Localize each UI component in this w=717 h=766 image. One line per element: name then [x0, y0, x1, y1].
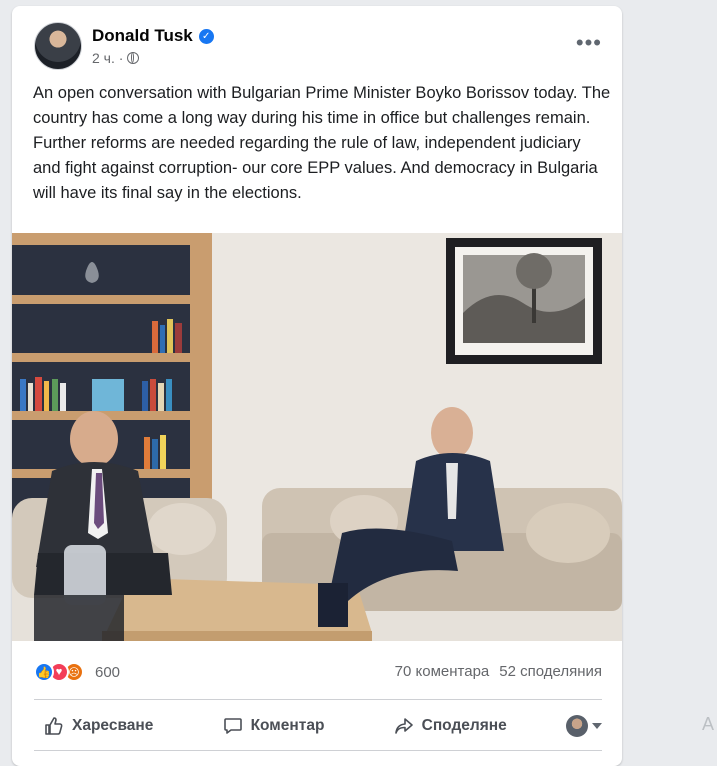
- post-photo[interactable]: [12, 233, 622, 641]
- post-text: An open conversation with Bulgarian Prim…: [33, 84, 611, 202]
- share-audience-selector[interactable]: [565, 715, 602, 737]
- chevron-down-icon: [591, 723, 602, 729]
- share-arrow-icon: [394, 718, 413, 734]
- comment-label: Коментар: [250, 717, 325, 734]
- comments-count[interactable]: 70 коментара: [395, 663, 490, 680]
- comment-button[interactable]: Коментар: [213, 712, 335, 740]
- post-meta: 2 ч. ·: [92, 50, 140, 66]
- post-header: Donald Tusk ✓ 2 ч. · •••: [34, 20, 604, 72]
- edge-text: A: [702, 714, 715, 734]
- meeting-photo: [12, 233, 622, 641]
- reactions-count: 600: [95, 663, 121, 681]
- share-label: Споделяне: [421, 717, 507, 734]
- author-avatar[interactable]: [34, 22, 82, 70]
- author-row: Donald Tusk ✓: [92, 26, 214, 46]
- reactions-summary[interactable]: 👍 ♥ ☹ 600: [34, 662, 120, 682]
- more-options-icon[interactable]: •••: [576, 32, 602, 54]
- shares-count[interactable]: 52 споделяния: [499, 663, 602, 680]
- audience-avatar: [565, 715, 588, 737]
- action-bar: Харесване Коментар Споделяне: [34, 708, 602, 744]
- post-time[interactable]: 2 ч. ·: [92, 50, 123, 66]
- divider: [34, 699, 602, 700]
- verified-badge-icon: ✓: [198, 28, 214, 44]
- divider-bottom: [34, 750, 602, 751]
- like-reaction-icon: 👍: [34, 662, 54, 682]
- globe-icon[interactable]: [127, 52, 140, 64]
- engagement-stats: 👍 ♥ ☹ 600 70 коментара 52 споделяния: [34, 662, 602, 688]
- counts: 70 коментара 52 споделяния: [395, 663, 602, 680]
- like-button[interactable]: Харесване: [34, 712, 163, 740]
- share-button[interactable]: Споделяне: [384, 712, 517, 740]
- thumbs-up-icon: [45, 717, 63, 735]
- like-label: Харесване: [72, 717, 154, 734]
- comment-bubble-icon: [223, 718, 242, 734]
- author-name[interactable]: Donald Tusk: [92, 26, 193, 46]
